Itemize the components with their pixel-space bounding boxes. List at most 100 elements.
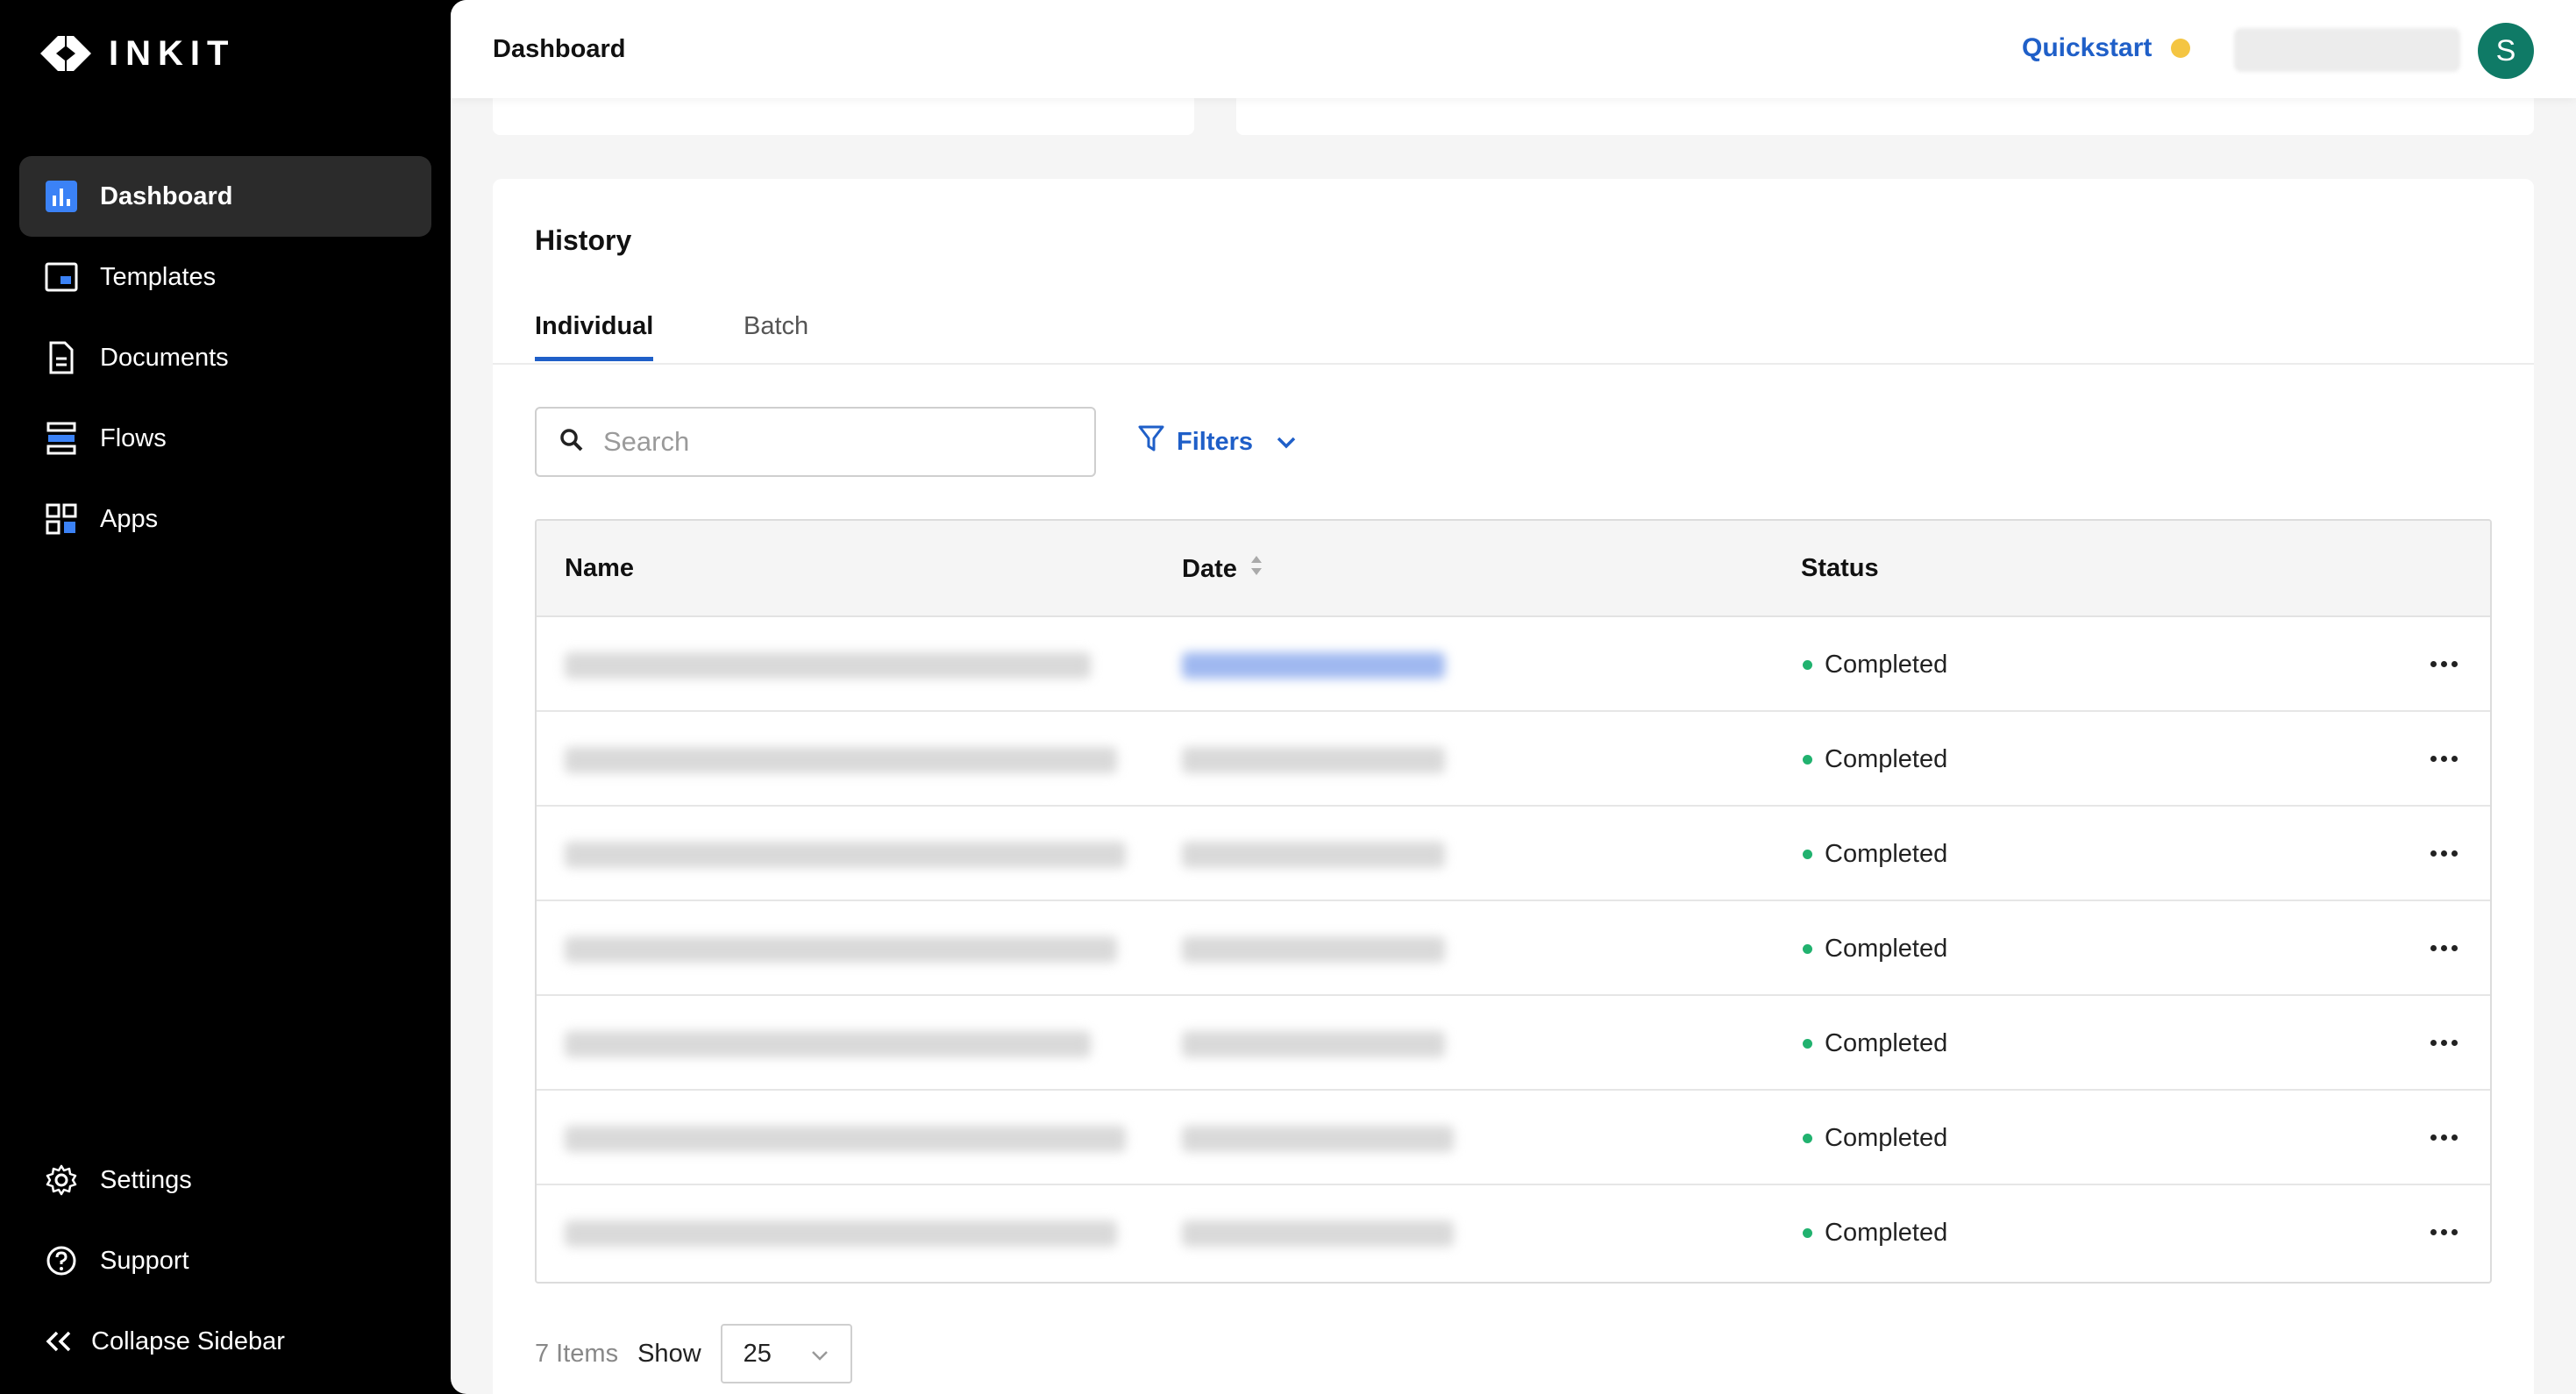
- history-table: Name Date Status Completed Completed Com…: [535, 519, 2492, 1284]
- row-more-button[interactable]: [2422, 736, 2466, 780]
- table-row[interactable]: Completed: [537, 807, 2490, 901]
- sidebar-item-label: Apps: [100, 504, 159, 533]
- table-row[interactable]: Completed: [537, 1091, 2490, 1185]
- column-header-status[interactable]: Status: [1801, 554, 1879, 583]
- chevron-down-icon: [1276, 428, 1297, 457]
- row-more-button[interactable]: [2422, 831, 2466, 875]
- items-count: 7 Items: [535, 1339, 619, 1368]
- chevron-down-icon: [810, 1340, 829, 1369]
- brand-logo[interactable]: INKIT: [39, 33, 235, 74]
- status-label: Completed: [1825, 1124, 1948, 1152]
- filter-icon: [1138, 424, 1164, 459]
- name-cell-redacted[interactable]: [565, 652, 1091, 679]
- sidebar-item-label: Flows: [100, 423, 167, 452]
- status-label: Completed: [1825, 1029, 1948, 1057]
- status-dot: [1803, 1134, 1812, 1143]
- table-footer: 7 Items Show 25: [535, 1324, 852, 1383]
- date-cell-redacted[interactable]: [1182, 842, 1445, 868]
- collapse-sidebar-label: Collapse Sidebar: [91, 1326, 285, 1355]
- table-row[interactable]: Completed: [537, 617, 2490, 712]
- apps-grid-icon: [44, 501, 79, 537]
- table-row[interactable]: Completed: [537, 996, 2490, 1091]
- status-badge: Completed: [1803, 651, 1947, 679]
- status-dot: [1803, 944, 1812, 954]
- row-more-button[interactable]: [2422, 642, 2466, 686]
- column-header-label: Date: [1182, 554, 1237, 583]
- status-dot: [1803, 755, 1812, 765]
- date-cell-redacted[interactable]: [1182, 936, 1445, 963]
- date-cell-redacted[interactable]: [1182, 1031, 1445, 1057]
- column-header-name[interactable]: Name: [565, 554, 634, 583]
- flows-icon: [44, 421, 79, 456]
- tab-individual[interactable]: Individual: [535, 312, 654, 361]
- date-cell-redacted[interactable]: [1182, 652, 1445, 679]
- history-tabs: Individual Batch: [493, 302, 2534, 365]
- sort-icon[interactable]: [1249, 554, 1263, 584]
- quickstart-status-dot: [2171, 39, 2191, 58]
- column-header-date[interactable]: Date: [1182, 554, 1263, 584]
- search-icon: [559, 428, 584, 457]
- collapse-sidebar-button[interactable]: Collapse Sidebar: [19, 1301, 431, 1382]
- sidebar-item-settings[interactable]: Settings: [19, 1140, 431, 1220]
- status-dot: [1803, 660, 1812, 670]
- status-dot: [1803, 850, 1812, 859]
- status-label: Completed: [1825, 935, 1948, 963]
- template-icon: [44, 260, 79, 295]
- date-cell-redacted[interactable]: [1182, 1126, 1454, 1152]
- document-icon: [44, 340, 79, 375]
- sidebar-item-support[interactable]: Support: [19, 1220, 431, 1301]
- sidebar-item-apps[interactable]: Apps: [19, 479, 431, 559]
- sidebar-item-label: Documents: [100, 343, 229, 372]
- name-cell-redacted[interactable]: [565, 1126, 1126, 1152]
- quickstart-label: Quickstart: [2022, 33, 2153, 62]
- sidebar-item-templates[interactable]: Templates: [19, 237, 431, 317]
- history-title: History: [535, 224, 632, 256]
- name-cell-redacted[interactable]: [565, 842, 1126, 868]
- gear-icon: [44, 1163, 79, 1198]
- filters-label: Filters: [1177, 427, 1254, 456]
- sidebar-item-flows[interactable]: Flows: [19, 398, 431, 479]
- sidebar: INKIT Dashboard Templates Documents Flow…: [0, 0, 451, 1394]
- tab-batch[interactable]: Batch: [744, 312, 808, 357]
- status-label: Completed: [1825, 745, 1948, 773]
- row-more-button[interactable]: [2422, 926, 2466, 970]
- name-cell-redacted[interactable]: [565, 747, 1117, 773]
- table-row[interactable]: Completed: [537, 1185, 2490, 1280]
- date-cell-redacted[interactable]: [1182, 747, 1445, 773]
- column-header-label: Status: [1801, 554, 1879, 582]
- help-circle-icon: [44, 1243, 79, 1278]
- page-size-value: 25: [743, 1339, 772, 1368]
- row-more-button[interactable]: [2422, 1115, 2466, 1159]
- row-more-button[interactable]: [2422, 1210, 2466, 1254]
- status-dot: [1803, 1228, 1812, 1238]
- row-more-button[interactable]: [2422, 1021, 2466, 1064]
- page-size-select[interactable]: 25: [720, 1324, 852, 1383]
- status-label: Completed: [1825, 840, 1948, 868]
- date-cell-redacted[interactable]: [1182, 1220, 1454, 1247]
- table-row[interactable]: Completed: [537, 712, 2490, 807]
- search-input[interactable]: [603, 426, 1059, 458]
- company-name-redacted[interactable]: [2234, 28, 2460, 72]
- name-cell-redacted[interactable]: [565, 936, 1117, 963]
- sidebar-item-label: Support: [100, 1246, 189, 1275]
- filters-button[interactable]: Filters: [1138, 424, 1297, 459]
- quickstart-link[interactable]: Quickstart: [2022, 33, 2191, 63]
- table-row[interactable]: Completed: [537, 901, 2490, 996]
- name-cell-redacted[interactable]: [565, 1220, 1117, 1247]
- sidebar-item-dashboard[interactable]: Dashboard: [19, 156, 431, 237]
- avatar[interactable]: S: [2478, 23, 2534, 79]
- status-badge: Completed: [1803, 935, 1947, 964]
- main-content: Dashboard Quickstart S History Individua…: [451, 0, 2576, 1394]
- sidebar-item-documents[interactable]: Documents: [19, 317, 431, 398]
- show-label: Show: [637, 1339, 701, 1368]
- column-header-label: Name: [565, 554, 634, 582]
- bar-chart-icon: [44, 179, 79, 214]
- name-cell-redacted[interactable]: [565, 1031, 1091, 1057]
- history-card: History Individual Batch Filters Name: [493, 179, 2534, 1394]
- status-badge: Completed: [1803, 1029, 1947, 1058]
- search-box: [535, 407, 1096, 477]
- double-chevron-left-icon: [42, 1324, 74, 1359]
- status-badge: Completed: [1803, 1219, 1947, 1248]
- sidebar-nav: Dashboard Templates Documents Flows Apps: [19, 156, 431, 559]
- brand-name: INKIT: [109, 33, 236, 73]
